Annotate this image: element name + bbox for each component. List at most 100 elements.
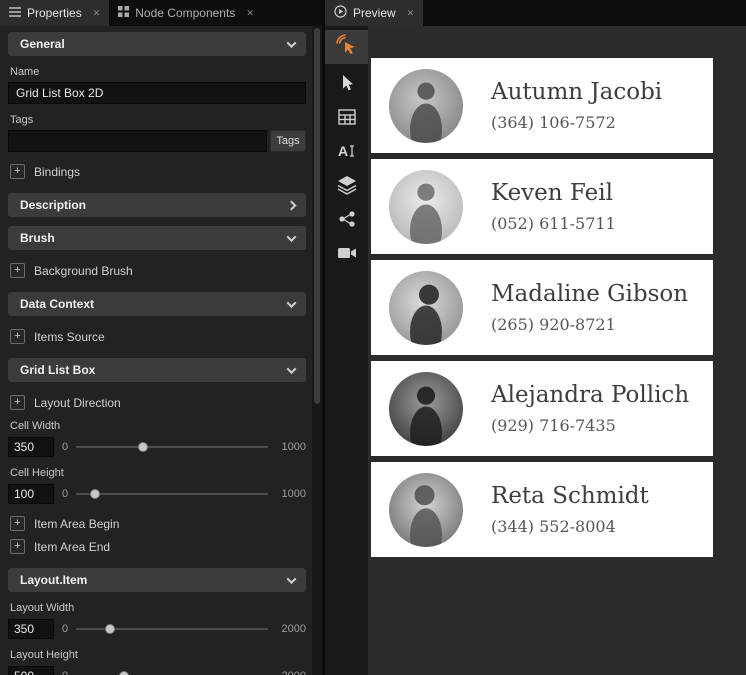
close-icon[interactable]: ✕ bbox=[246, 8, 254, 19]
tab-properties-label: Properties bbox=[27, 6, 82, 20]
tool-nodes-button[interactable] bbox=[325, 204, 368, 238]
chevron-down-icon bbox=[287, 364, 297, 374]
layout-height-row: 0 2000 bbox=[8, 666, 306, 675]
cell-height-slider[interactable] bbox=[76, 488, 268, 500]
cell-width-row: 0 1000 bbox=[8, 437, 306, 457]
item-area-end-label: Item Area End bbox=[34, 540, 110, 554]
tags-input[interactable] bbox=[8, 130, 267, 152]
slider-handle[interactable] bbox=[105, 624, 115, 634]
camera-icon bbox=[337, 245, 357, 266]
section-header-layout-item[interactable]: Layout.Item bbox=[8, 568, 306, 592]
section-header-grid-list-box[interactable]: Grid List Box bbox=[8, 358, 306, 382]
contact-phone: (265) 920-8721 bbox=[491, 315, 688, 334]
list-item[interactable]: Reta Schmidt (344) 552-8004 bbox=[371, 462, 713, 557]
preview-main: A bbox=[325, 26, 746, 675]
background-brush-row: + Background Brush bbox=[10, 263, 306, 278]
slider-track[interactable] bbox=[76, 446, 268, 448]
contact-text: Alejandra Pollich (929) 716-7435 bbox=[491, 382, 689, 435]
add-item-area-end-button[interactable]: + bbox=[10, 539, 25, 554]
preview-viewport: Autumn Jacobi (364) 106-7572 Keven Feil … bbox=[368, 26, 746, 675]
cell-width-input[interactable] bbox=[8, 437, 54, 457]
section-header-data-context[interactable]: Data Context bbox=[8, 292, 306, 316]
add-item-area-begin-button[interactable]: + bbox=[10, 516, 25, 531]
tool-grid-button[interactable] bbox=[325, 102, 368, 136]
layout-width-label: Layout Width bbox=[10, 602, 306, 614]
application-window: Properties ✕ Node Components ✕ General N… bbox=[0, 0, 746, 675]
name-label: Name bbox=[10, 66, 306, 78]
slider-min-label: 0 bbox=[62, 670, 68, 675]
close-icon[interactable]: ✕ bbox=[407, 8, 415, 19]
add-binding-button[interactable]: + bbox=[10, 164, 25, 179]
contact-phone: (052) 611-5711 bbox=[491, 214, 616, 233]
contact-name: Keven Feil bbox=[491, 180, 616, 206]
add-background-brush-button[interactable]: + bbox=[10, 263, 25, 278]
list-item[interactable]: Keven Feil (052) 611-5711 bbox=[371, 159, 713, 254]
properties-tabbar: Properties ✕ Node Components ✕ bbox=[0, 0, 322, 26]
tab-properties[interactable]: Properties ✕ bbox=[0, 0, 109, 26]
layout-height-slider[interactable] bbox=[76, 670, 268, 675]
properties-body: General Name Tags Tags + Bindings Descri… bbox=[0, 26, 312, 675]
slider-handle[interactable] bbox=[119, 671, 129, 675]
section-header-brush[interactable]: Brush bbox=[8, 226, 306, 250]
tool-text-button[interactable]: A bbox=[325, 136, 368, 170]
close-icon[interactable]: ✕ bbox=[93, 8, 101, 19]
tags-row: Tags bbox=[8, 130, 306, 152]
cell-width-slider[interactable] bbox=[76, 441, 268, 453]
chevron-right-icon bbox=[287, 200, 297, 210]
list-item[interactable]: Autumn Jacobi (364) 106-7572 bbox=[371, 58, 713, 153]
items-source-row: + Items Source bbox=[10, 329, 306, 344]
contact-phone: (344) 552-8004 bbox=[491, 517, 649, 536]
slider-handle[interactable] bbox=[138, 442, 148, 452]
preview-panel: Preview ✕ bbox=[322, 0, 746, 675]
pointer-ripple-icon bbox=[336, 34, 358, 61]
tab-node-components[interactable]: Node Components ✕ bbox=[109, 0, 263, 26]
section-description-title: Description bbox=[20, 198, 86, 212]
tab-node-components-label: Node Components bbox=[135, 6, 235, 20]
tool-camera-button[interactable] bbox=[325, 238, 368, 272]
scrollbar-thumb[interactable] bbox=[314, 28, 320, 404]
add-layout-direction-button[interactable]: + bbox=[10, 395, 25, 410]
list-item[interactable]: Alejandra Pollich (929) 716-7435 bbox=[371, 361, 713, 456]
cell-height-input[interactable] bbox=[8, 484, 54, 504]
tool-select-button[interactable] bbox=[325, 68, 368, 102]
item-area-begin-row: + Item Area Begin bbox=[10, 516, 306, 531]
properties-scrollbar[interactable] bbox=[312, 26, 322, 675]
contact-name: Reta Schmidt bbox=[491, 483, 649, 509]
tab-preview-label: Preview bbox=[353, 6, 396, 20]
tool-layers-button[interactable] bbox=[325, 170, 368, 204]
cell-height-label: Cell Height bbox=[10, 467, 306, 479]
chevron-down-icon bbox=[287, 38, 297, 48]
properties-panel: Properties ✕ Node Components ✕ General N… bbox=[0, 0, 322, 675]
layout-width-slider[interactable] bbox=[76, 623, 268, 635]
layout-height-label: Layout Height bbox=[10, 649, 306, 661]
slider-max-label: 2000 bbox=[276, 623, 306, 635]
slider-max-label: 2000 bbox=[276, 670, 306, 675]
tags-button[interactable]: Tags bbox=[270, 130, 306, 152]
name-input[interactable] bbox=[8, 82, 306, 104]
layout-height-input[interactable] bbox=[8, 666, 54, 675]
contact-list: Autumn Jacobi (364) 106-7572 Keven Feil … bbox=[371, 58, 713, 557]
layout-width-input[interactable] bbox=[8, 619, 54, 639]
layout-width-row: 0 2000 bbox=[8, 619, 306, 639]
section-general-title: General bbox=[20, 37, 65, 51]
cell-height-row: 0 1000 bbox=[8, 484, 306, 504]
slider-track[interactable] bbox=[76, 493, 268, 495]
tool-interact-button[interactable] bbox=[325, 30, 368, 64]
chevron-down-icon bbox=[287, 574, 297, 584]
section-header-general[interactable]: General bbox=[8, 32, 306, 56]
tags-label: Tags bbox=[10, 114, 306, 126]
tab-preview[interactable]: Preview ✕ bbox=[325, 0, 423, 26]
slider-handle[interactable] bbox=[90, 489, 100, 499]
section-layout-item-title: Layout.Item bbox=[20, 573, 87, 587]
item-area-begin-label: Item Area Begin bbox=[34, 517, 119, 531]
cursor-icon bbox=[338, 74, 356, 97]
section-header-description[interactable]: Description bbox=[8, 193, 306, 217]
add-items-source-button[interactable]: + bbox=[10, 329, 25, 344]
slider-min-label: 0 bbox=[62, 623, 68, 635]
avatar bbox=[389, 69, 463, 143]
chevron-down-icon bbox=[287, 298, 297, 308]
cell-width-label: Cell Width bbox=[10, 420, 306, 432]
list-item[interactable]: Madaline Gibson (265) 920-8721 bbox=[371, 260, 713, 355]
bindings-row: + Bindings bbox=[10, 164, 306, 179]
node-components-icon bbox=[118, 6, 129, 20]
